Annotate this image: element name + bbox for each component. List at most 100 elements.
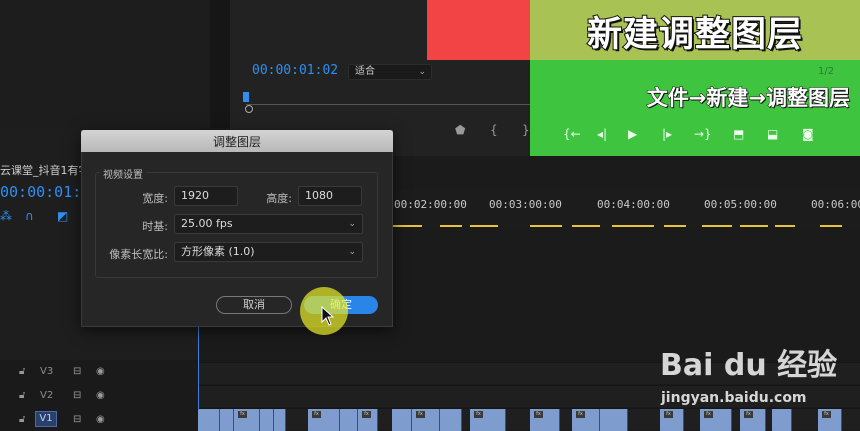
sync-lock-icon[interactable]: ⊟ — [73, 390, 81, 401]
mark-out-icon[interactable]: } — [522, 123, 530, 137]
sync-lock-icon[interactable]: ⊟ — [73, 366, 81, 377]
video-clip[interactable] — [198, 409, 220, 431]
sequence-tab[interactable]: 云课堂_抖音1有字 — [0, 162, 90, 178]
fx-badge-icon: fx — [822, 411, 831, 418]
video-clip[interactable] — [392, 409, 412, 431]
nest-icon[interactable]: ⁂ — [0, 209, 12, 223]
fx-badge-icon: fx — [664, 411, 673, 418]
watermark-logo: Bai du 经验 — [660, 348, 838, 383]
preview-red-block — [427, 0, 530, 60]
go-to-in-icon[interactable]: {← — [563, 127, 581, 141]
height-label: 高度: — [266, 192, 292, 205]
work-area-segment — [470, 225, 498, 227]
page-indicator: 1/2 — [818, 66, 835, 77]
pixel-aspect-dropdown[interactable]: 方形像素 (1.0) ⌄ — [174, 242, 363, 262]
playhead-marker[interactable] — [243, 92, 249, 102]
export-frame-icon[interactable]: ◙ — [802, 127, 814, 141]
pixel-aspect-value: 方形像素 (1.0) — [181, 245, 255, 258]
timebase-value: 25.00 fps — [181, 217, 233, 230]
pixel-aspect-label: 像素长宽比: — [109, 248, 168, 261]
track-label-v1[interactable]: V1 — [35, 411, 57, 427]
zoom-handle[interactable] — [245, 105, 253, 113]
work-area-segment — [702, 225, 732, 227]
timebase-label: 时基: — [142, 220, 168, 233]
dialog-title: 调整图层 — [212, 135, 261, 149]
video-clip[interactable]: fx — [358, 409, 378, 431]
track-label-v2[interactable]: V2 — [40, 390, 53, 401]
fx-badge-icon: fx — [416, 411, 425, 418]
project-panel — [0, 0, 210, 128]
video-clip[interactable]: fx — [572, 409, 600, 431]
video-clip[interactable]: fx — [530, 409, 560, 431]
video-clip[interactable]: fx — [412, 409, 440, 431]
cancel-button[interactable]: 取消 — [216, 296, 292, 314]
eye-icon[interactable]: ◉ — [96, 414, 105, 425]
timebase-dropdown[interactable]: 25.00 fps ⌄ — [174, 214, 363, 234]
mouse-cursor-icon — [321, 306, 335, 326]
lock-icon[interactable]: 🔓︎ — [19, 366, 25, 377]
width-field[interactable]: 1920 — [174, 186, 238, 206]
mark-in-icon[interactable]: { — [490, 123, 498, 137]
video-clip[interactable]: fx — [818, 409, 842, 431]
fx-badge-icon: fx — [744, 411, 753, 418]
video-clip[interactable]: fx — [234, 409, 260, 431]
eye-icon[interactable]: ◉ — [96, 366, 105, 377]
snap-icon[interactable]: ∩ — [25, 209, 34, 223]
add-marker-icon[interactable]: ⬟ — [455, 123, 465, 137]
fx-badge-icon: fx — [704, 411, 713, 418]
work-area-segment — [392, 225, 422, 227]
eye-icon[interactable]: ◉ — [96, 390, 105, 401]
video-clip[interactable]: fx — [700, 409, 732, 431]
chevron-down-icon: ⌄ — [348, 219, 356, 229]
extract-icon[interactable]: ⬓ — [767, 127, 778, 141]
chevron-down-icon: ⌄ — [348, 247, 356, 257]
width-label: 宽度: — [142, 192, 168, 205]
height-field[interactable]: 1080 — [298, 186, 362, 206]
ruler-label: 00:04:00:00 — [597, 198, 670, 211]
fx-badge-icon: fx — [362, 411, 371, 418]
ruler-label: 00:05:00:00 — [704, 198, 777, 211]
linked-selection-icon[interactable]: ◩ — [57, 209, 68, 223]
play-icon[interactable]: ▶ — [628, 127, 637, 141]
fit-dropdown-value: 适合 — [355, 66, 375, 77]
track-label-v3[interactable]: V3 — [40, 366, 53, 377]
step-back-icon[interactable]: ◂| — [597, 127, 607, 141]
work-area-segment — [440, 225, 462, 227]
video-clip[interactable] — [772, 409, 792, 431]
panel-divider — [210, 0, 230, 128]
chevron-down-icon: ⌄ — [418, 67, 426, 77]
video-clip[interactable]: fx — [308, 409, 340, 431]
video-clip[interactable]: fx — [660, 409, 684, 431]
overlay-title: 新建调整图层 — [586, 14, 803, 56]
go-to-out-icon[interactable]: →} — [694, 127, 712, 141]
video-clip[interactable]: fx — [470, 409, 506, 431]
ruler-label: 00:03:00:00 — [489, 198, 562, 211]
video-settings-label: 视频设置 — [100, 166, 146, 181]
scrub-bar[interactable] — [246, 104, 530, 105]
work-area-segment — [664, 225, 686, 227]
video-clip[interactable] — [274, 409, 286, 431]
step-forward-icon[interactable]: |▸ — [662, 127, 672, 141]
fit-dropdown[interactable]: 适合 ⌄ — [348, 64, 432, 80]
fx-badge-icon: fx — [312, 411, 321, 418]
ruler-label: 00:06:00: — [811, 198, 860, 211]
video-clip[interactable] — [440, 409, 462, 431]
overlay-subtitle: 文件→新建→调整图层 — [646, 86, 850, 111]
video-clip[interactable] — [220, 409, 234, 431]
video-clip[interactable] — [600, 409, 628, 431]
ruler-label: 00:02:00:00 — [394, 198, 467, 211]
lift-icon[interactable]: ⬒ — [733, 127, 744, 141]
lock-icon[interactable]: 🔓︎ — [19, 414, 25, 425]
work-area-segment — [612, 225, 654, 227]
video-clip[interactable]: fx — [740, 409, 766, 431]
work-area-segment — [775, 225, 795, 227]
fx-badge-icon: fx — [534, 411, 543, 418]
work-area-segment — [530, 225, 562, 227]
fx-badge-icon: fx — [238, 411, 247, 418]
work-area-segment — [820, 225, 842, 227]
video-clip[interactable] — [340, 409, 358, 431]
lock-icon[interactable]: 🔓︎ — [19, 390, 25, 401]
program-timecode[interactable]: 00:00:01:02 — [252, 63, 338, 78]
sync-lock-icon[interactable]: ⊟ — [73, 414, 81, 425]
video-clip[interactable] — [260, 409, 274, 431]
